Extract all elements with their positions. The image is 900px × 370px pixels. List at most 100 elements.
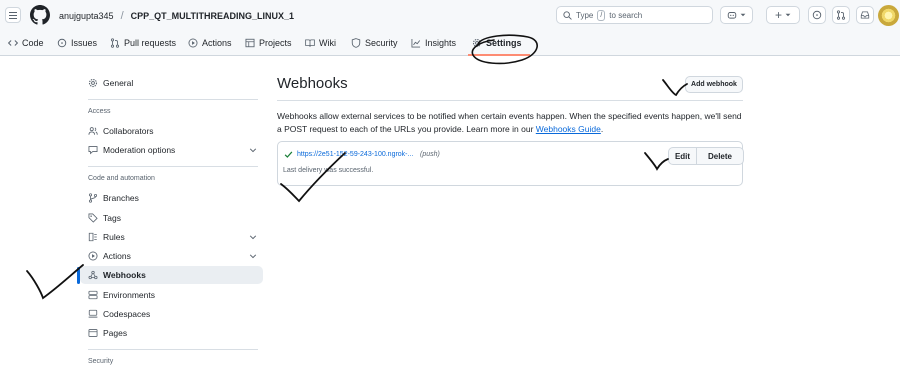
tab-code[interactable]: Code — [8, 38, 44, 48]
tab-projects[interactable]: Projects — [245, 38, 292, 48]
sidebar-item-general[interactable]: General — [80, 74, 263, 92]
webhook-actions: Edit Delete — [668, 147, 744, 165]
sidebar-divider — [88, 349, 258, 350]
repo-link[interactable]: CPP_QT_MULTITHREADING_LINUX_1 — [131, 11, 294, 21]
play-icon — [188, 38, 198, 48]
active-item-indicator — [77, 267, 80, 284]
pull-request-icon — [836, 10, 846, 20]
tab-label: Actions — [202, 38, 232, 48]
plus-icon: + — [774, 8, 782, 22]
chevron-down-icon — [785, 13, 791, 17]
chevron-down-icon — [740, 13, 746, 17]
chevron-down-icon — [249, 148, 257, 153]
pull-requests-button[interactable] — [832, 6, 850, 24]
rules-icon — [88, 232, 97, 242]
sidebar-item-label: Actions — [103, 251, 131, 261]
search-icon — [563, 10, 572, 20]
github-logo-icon[interactable] — [30, 5, 50, 25]
sidebar-item-actions[interactable]: Actions — [80, 247, 263, 265]
tab-security[interactable]: Security — [351, 38, 398, 48]
selected-tab-indicator — [468, 54, 530, 56]
issue-icon — [57, 38, 67, 48]
tag-icon — [88, 213, 98, 223]
menu-button[interactable] — [5, 7, 21, 23]
sidebar-section-code-automation: Code and automation — [88, 175, 155, 182]
sidebar-item-webhooks[interactable]: Webhooks — [80, 266, 263, 284]
tab-pull-requests[interactable]: Pull requests — [110, 38, 176, 48]
tab-insights[interactable]: Insights — [411, 38, 456, 48]
delete-button[interactable]: Delete — [697, 148, 743, 164]
create-new-button[interactable]: + — [766, 6, 800, 24]
book-icon — [305, 39, 315, 47]
sidebar-item-environments[interactable]: Environments — [80, 286, 263, 304]
webhook-events: (push) — [420, 151, 440, 158]
copilot-button[interactable] — [720, 6, 753, 24]
code-icon — [8, 40, 18, 46]
inbox-icon — [860, 11, 870, 19]
description-text: Webhooks allow external services to be n… — [277, 111, 742, 134]
sidebar-item-label: Branches — [103, 193, 139, 203]
comment-icon — [88, 146, 98, 155]
add-webhook-check-mark — [662, 79, 688, 97]
gear-icon — [88, 78, 98, 88]
webhook-url-link[interactable]: https://2e51-152-59-243-100.ngrok-... — [297, 151, 413, 158]
search-input[interactable]: Type / to search — [556, 6, 713, 24]
tab-wiki[interactable]: Wiki — [305, 38, 336, 48]
sidebar-section-security: Security — [88, 358, 114, 365]
tab-label: Security — [365, 38, 398, 48]
sidebar-item-label: Environments — [103, 290, 155, 300]
breadcrumb: anujgupta345 / CPP_QT_MULTITHREADING_LIN… — [59, 10, 294, 22]
sidebar-divider — [88, 99, 258, 100]
sidebar-item-label: General — [103, 78, 134, 88]
webhooks-description: Webhooks allow external services to be n… — [277, 110, 747, 136]
sidebar-item-label: Rules — [103, 232, 125, 242]
webhook-icon — [88, 270, 98, 280]
copilot-icon — [727, 12, 737, 19]
sidebar-item-label: Tags — [103, 213, 121, 223]
graph-icon — [411, 38, 421, 48]
edit-button[interactable]: Edit — [669, 148, 697, 164]
sidebar-item-moderation-options[interactable]: Moderation options — [80, 141, 263, 159]
codespaces-icon — [88, 309, 98, 318]
tab-settings[interactable]: Settings — [472, 38, 522, 48]
tab-label: Issues — [71, 38, 98, 48]
search-prefix: Type — [576, 10, 594, 20]
sidebar-item-tags[interactable]: Tags — [80, 209, 263, 227]
add-webhook-button[interactable]: Add webhook — [685, 76, 743, 93]
server-icon — [88, 290, 98, 300]
sidebar-item-label: Codespaces — [103, 309, 151, 319]
tab-issues[interactable]: Issues — [57, 38, 97, 48]
webhooks-guide-link[interactable]: Webhooks Guide — [536, 124, 601, 134]
table-icon — [245, 38, 255, 48]
avatar[interactable] — [878, 5, 899, 26]
sidebar-item-codespaces[interactable]: Codespaces — [80, 305, 263, 323]
sidebar-item-branches[interactable]: Branches — [80, 189, 263, 207]
shield-icon — [351, 38, 361, 48]
sidebar-item-collaborators[interactable]: Collaborators — [80, 122, 263, 140]
check-icon — [284, 151, 293, 158]
sidebar-divider — [88, 166, 258, 167]
inbox-button[interactable] — [856, 6, 874, 24]
webhooks-sidebar-check-mark — [26, 264, 84, 300]
tab-label: Pull requests — [124, 38, 177, 48]
tab-label: Insights — [425, 38, 457, 48]
play-icon — [88, 251, 98, 261]
search-suffix: to search — [609, 10, 643, 20]
sidebar-item-rules[interactable]: Rules — [80, 228, 263, 246]
sidebar-item-pages[interactable]: Pages — [80, 324, 263, 342]
browser-icon — [88, 329, 98, 337]
tab-actions[interactable]: Actions — [188, 38, 232, 48]
tab-label: Settings — [486, 38, 522, 48]
people-icon — [88, 127, 98, 135]
gear-icon — [472, 38, 482, 48]
issue-icon — [812, 10, 822, 20]
branch-icon — [88, 193, 98, 203]
search-shortcut-key: / — [597, 9, 606, 21]
owner-link[interactable]: anujgupta345 — [59, 11, 114, 21]
tab-label: Projects — [259, 38, 292, 48]
description-end: . — [600, 124, 604, 134]
issues-button[interactable] — [808, 6, 826, 24]
sidebar-section-access: Access — [88, 108, 111, 115]
breadcrumb-separator: / — [120, 10, 124, 22]
webhook-delivery-status: Last delivery was successful. — [283, 167, 374, 174]
